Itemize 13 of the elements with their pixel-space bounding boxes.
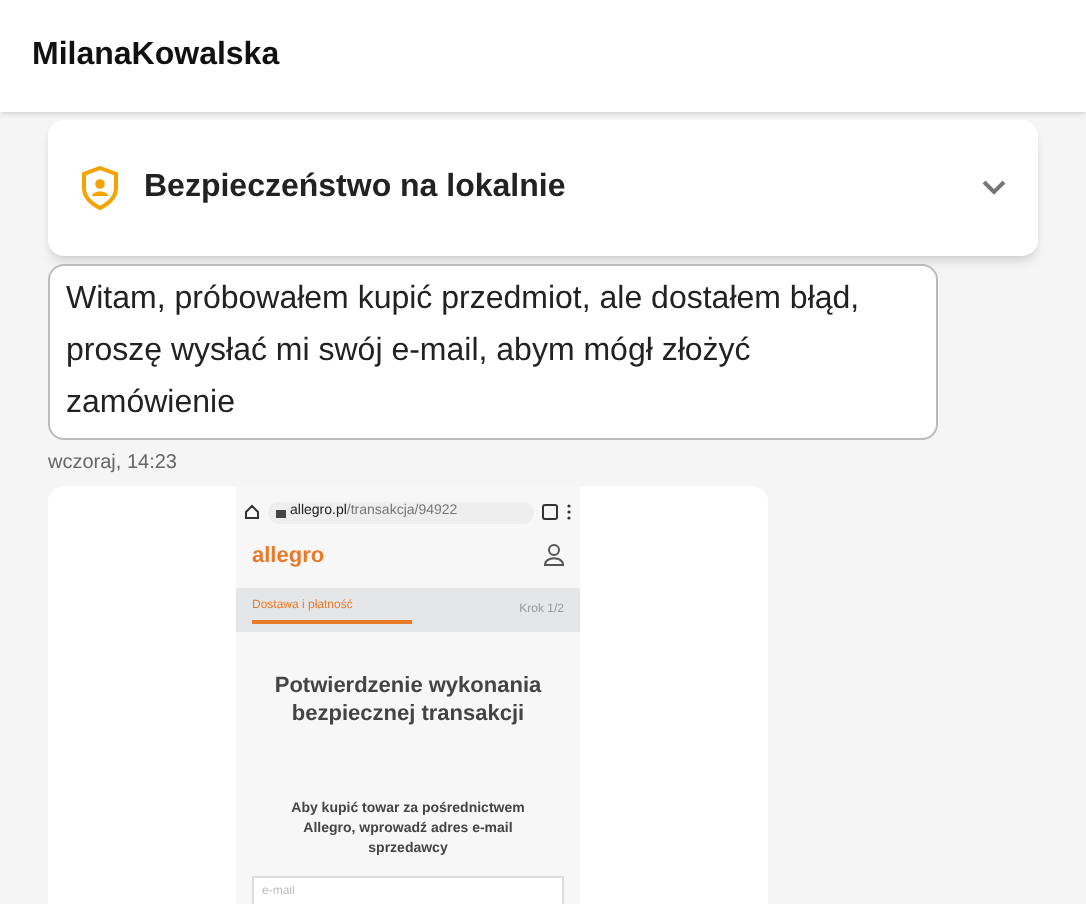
- message-time: wczoraj, 14:23: [48, 450, 179, 478]
- lock-icon: [276, 506, 286, 519]
- tabs-icon: [542, 504, 558, 521]
- contact-name: MilanaKowalska: [32, 36, 280, 76]
- chevron-icon: [982, 180, 1006, 196]
- more-icon: [566, 504, 572, 521]
- message-bubble: Witam, próbowałem kupić przedmiot, ale dostałem błąd, proszę wysłać mi swój e-mail, abym mógł złożyć zamówienie: [48, 264, 938, 440]
- security-card[interactable]: Bezpieczeństwo na lokalnie: [48, 120, 1038, 256]
- shield-user-icon: [80, 166, 120, 210]
- user-icon: [544, 544, 564, 567]
- allegro-logo: allegro: [252, 541, 325, 571]
- page-heading: Potwierdzenie wykonania bezpiecznej transakcji: [272, 672, 544, 728]
- home-icon: [244, 504, 260, 521]
